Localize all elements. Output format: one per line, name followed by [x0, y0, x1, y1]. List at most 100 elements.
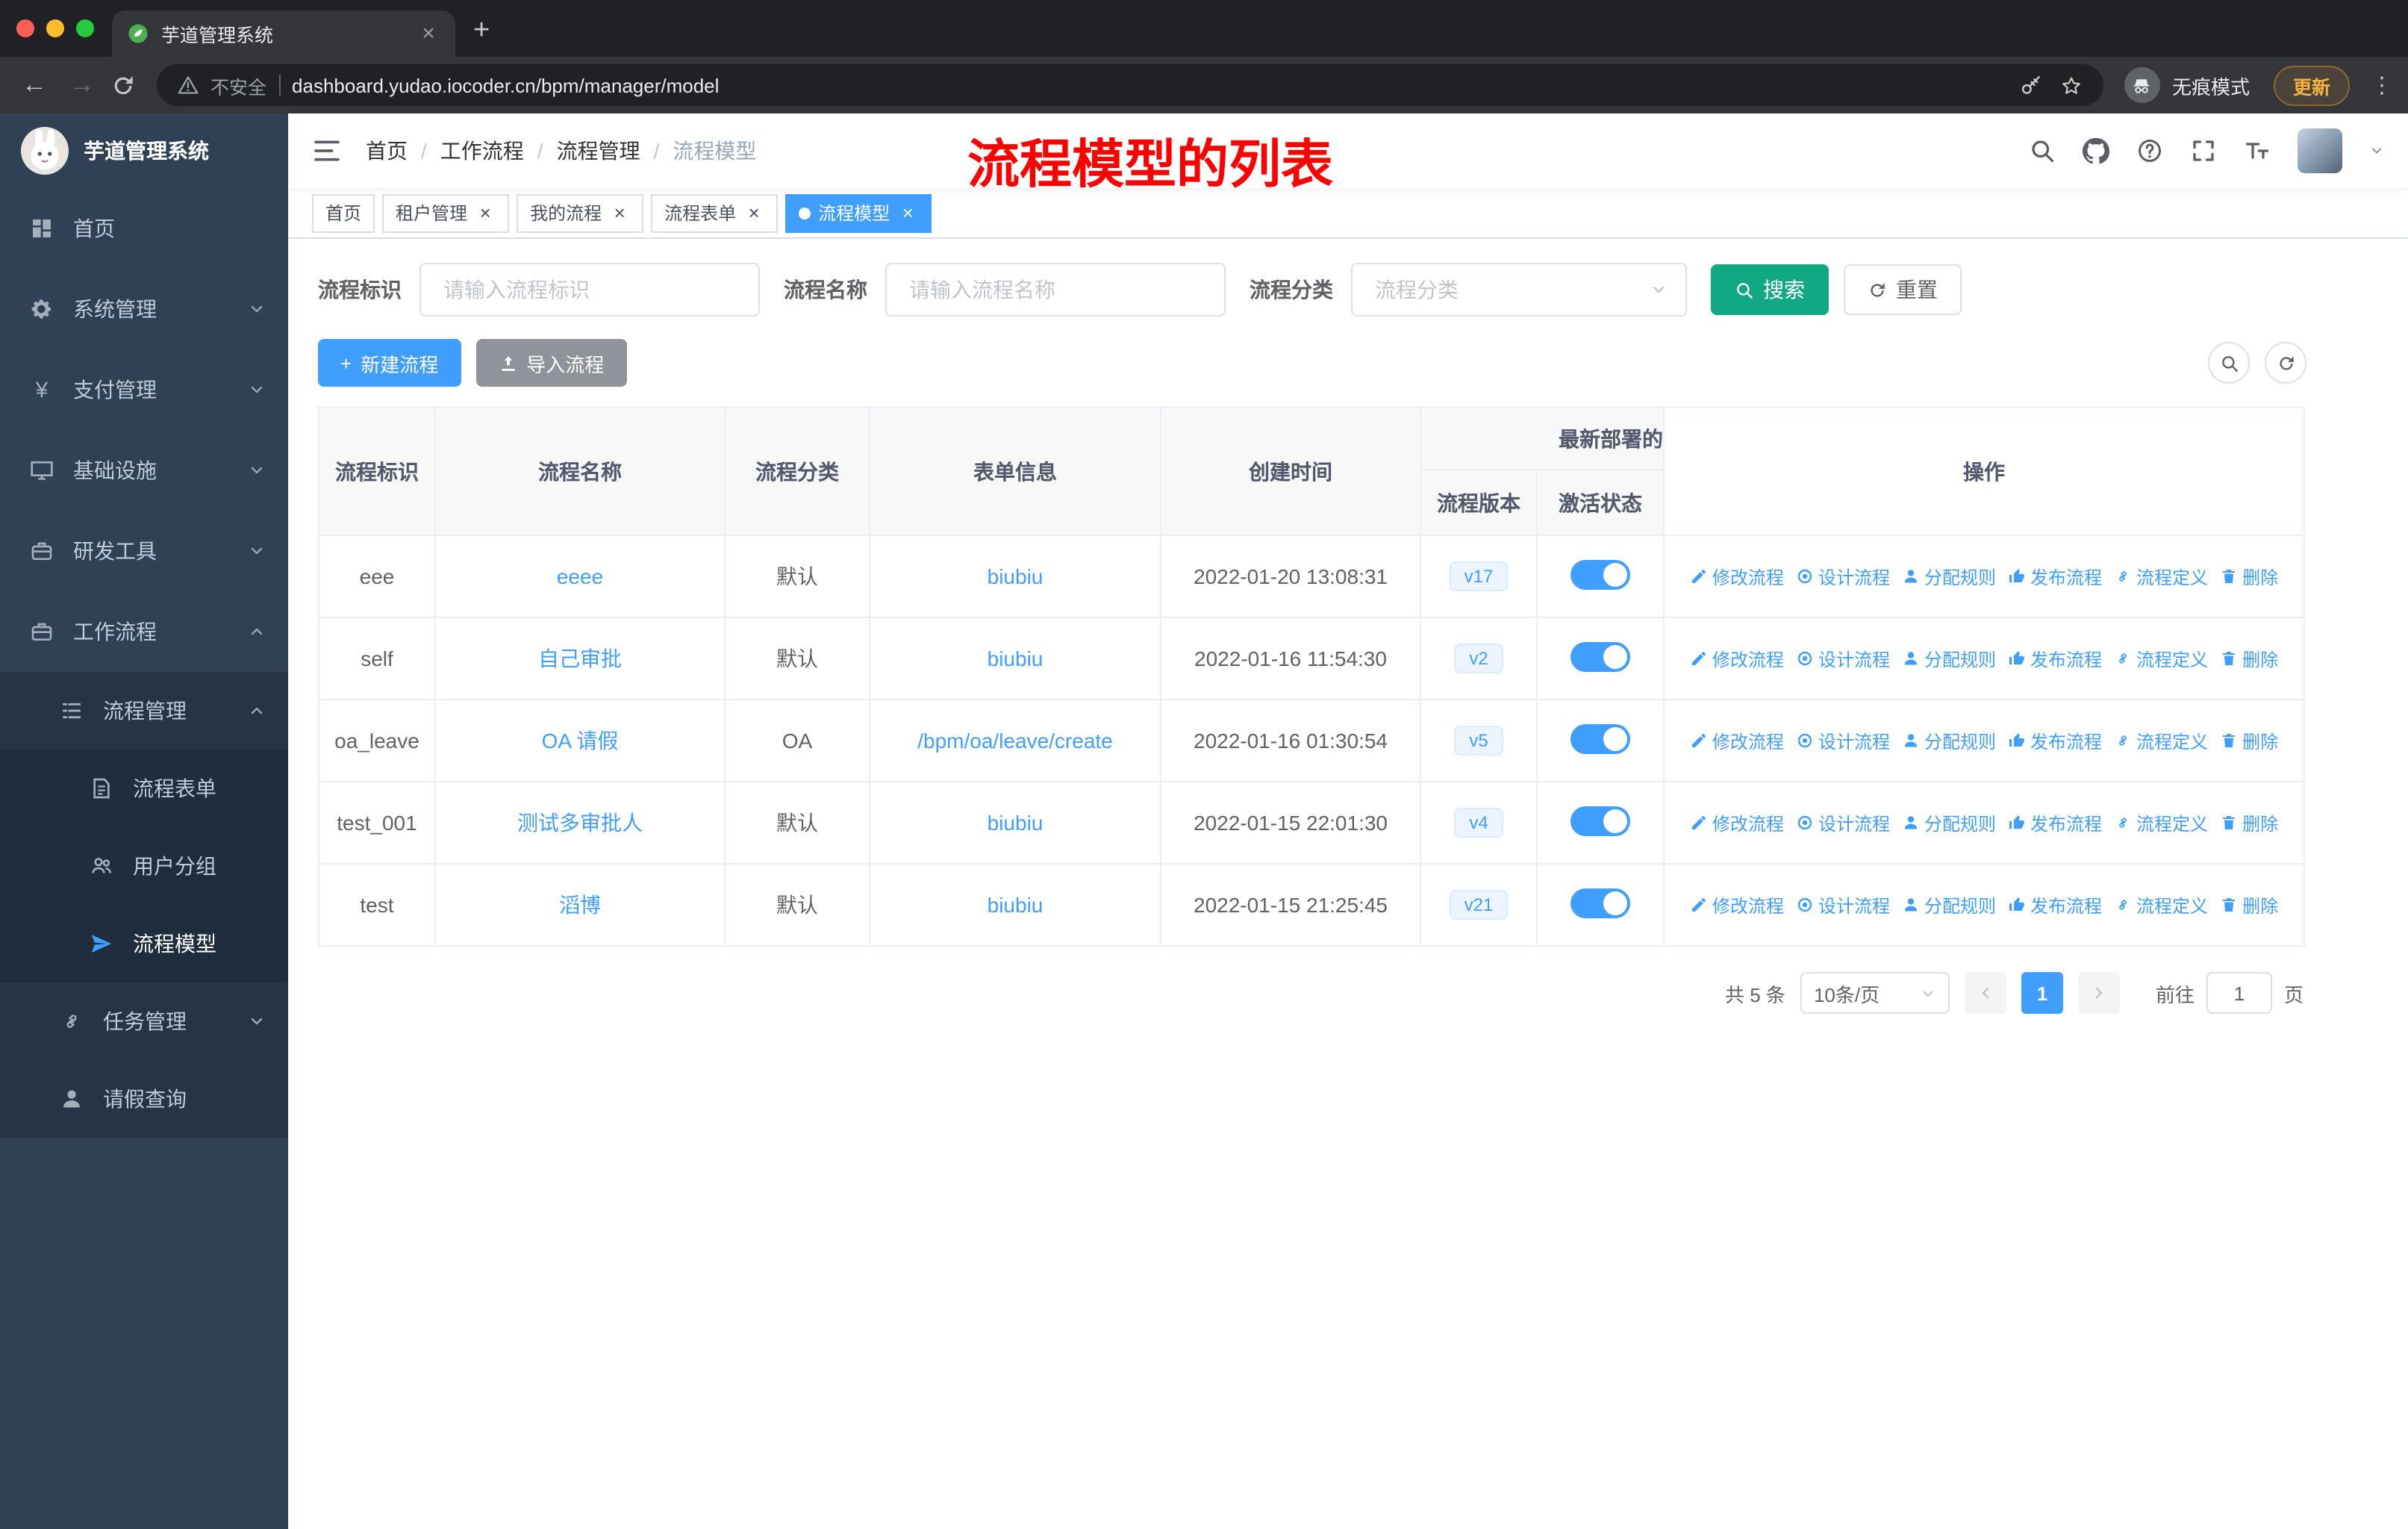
- tag-my-process[interactable]: 我的流程 ×: [517, 193, 644, 232]
- category-select[interactable]: 流程分类: [1351, 263, 1687, 317]
- op-definition-link[interactable]: 流程定义: [2114, 728, 2208, 753]
- fullscreen-icon[interactable]: [2190, 137, 2217, 164]
- op-assign-link[interactable]: 分配规则: [1902, 728, 1996, 753]
- op-publish-link[interactable]: 发布流程: [2008, 564, 2102, 589]
- hamburger-icon[interactable]: [312, 136, 342, 166]
- op-modify-link[interactable]: 修改流程: [1690, 646, 1784, 671]
- op-publish-link[interactable]: 发布流程: [2008, 646, 2102, 671]
- search-button[interactable]: 搜索: [1711, 264, 1829, 315]
- breadcrumb-workflow[interactable]: 工作流程: [440, 136, 524, 166]
- version-badge[interactable]: v2: [1454, 644, 1503, 673]
- op-definition-link[interactable]: 流程定义: [2114, 564, 2208, 589]
- op-design-link[interactable]: 设计流程: [1796, 728, 1890, 753]
- bookmark-star-icon[interactable]: [2060, 74, 2083, 96]
- op-design-link[interactable]: 设计流程: [1796, 892, 1890, 918]
- version-badge[interactable]: v4: [1454, 808, 1503, 838]
- page-number-button[interactable]: 1: [2021, 972, 2063, 1014]
- window-minimize-button[interactable]: [46, 19, 64, 37]
- refresh-table-button[interactable]: [2265, 342, 2306, 384]
- window-zoom-button[interactable]: [76, 19, 94, 37]
- sidebar-item-leave-query[interactable]: 请假查询: [0, 1060, 288, 1138]
- goto-page-input[interactable]: [2206, 972, 2272, 1014]
- op-design-link[interactable]: 设计流程: [1796, 564, 1890, 589]
- browser-update-button[interactable]: 更新: [2273, 65, 2350, 105]
- help-icon[interactable]: [2136, 137, 2163, 164]
- op-assign-link[interactable]: 分配规则: [1902, 564, 1996, 589]
- next-page-button[interactable]: [2077, 972, 2120, 1014]
- op-delete-link[interactable]: 删除: [2220, 728, 2278, 753]
- op-assign-link[interactable]: 分配规则: [1902, 646, 1996, 671]
- op-publish-link[interactable]: 发布流程: [2008, 892, 2102, 918]
- active-toggle[interactable]: [1570, 641, 1630, 671]
- active-toggle[interactable]: [1570, 723, 1630, 753]
- breadcrumb-home[interactable]: 首页: [366, 136, 408, 166]
- tag-home[interactable]: 首页: [312, 193, 375, 232]
- op-delete-link[interactable]: 删除: [2220, 810, 2278, 835]
- tag-tenant-mgmt[interactable]: 租户管理 ×: [382, 193, 510, 232]
- sidebar-item-infra[interactable]: 基础设施: [0, 430, 288, 511]
- import-process-button[interactable]: 导入流程: [475, 339, 627, 387]
- reload-button[interactable]: [110, 72, 136, 98]
- reset-button[interactable]: 重置: [1844, 264, 1962, 315]
- tag-close-icon[interactable]: ×: [609, 202, 630, 224]
- op-modify-link[interactable]: 修改流程: [1690, 564, 1784, 589]
- sidebar-item-home[interactable]: 首页: [0, 188, 288, 269]
- url-text[interactable]: dashboard.yudao.iocoder.cn/bpm/manager/m…: [292, 74, 719, 96]
- process-name-link[interactable]: 自己审批: [538, 647, 622, 670]
- process-name-link[interactable]: OA 请假: [542, 729, 619, 753]
- version-badge[interactable]: v17: [1449, 561, 1509, 591]
- browser-tab[interactable]: 芋道管理系统 ×: [112, 10, 455, 57]
- op-modify-link[interactable]: 修改流程: [1690, 810, 1784, 835]
- op-definition-link[interactable]: 流程定义: [2114, 892, 2208, 918]
- active-toggle[interactable]: [1570, 559, 1630, 589]
- forward-button[interactable]: →: [63, 70, 102, 100]
- breadcrumb-process-mgmt[interactable]: 流程管理: [557, 136, 640, 166]
- active-toggle[interactable]: [1570, 806, 1630, 835]
- op-delete-link[interactable]: 删除: [2220, 564, 2278, 589]
- page-size-select[interactable]: 10条/页: [1800, 972, 1950, 1014]
- window-close-button[interactable]: [16, 19, 34, 37]
- create-process-button[interactable]: + 新建流程: [318, 339, 461, 387]
- sidebar-item-user-group[interactable]: 用户分组: [0, 827, 288, 905]
- tab-close-icon[interactable]: ×: [417, 21, 440, 46]
- sidebar-logo[interactable]: 芋道管理系统: [0, 113, 288, 188]
- sidebar-item-process-model[interactable]: 流程模型: [0, 905, 288, 983]
- new-tab-button[interactable]: +: [473, 15, 490, 48]
- op-assign-link[interactable]: 分配规则: [1902, 810, 1996, 835]
- active-toggle[interactable]: [1570, 888, 1630, 918]
- tag-close-icon[interactable]: ×: [743, 202, 764, 224]
- op-modify-link[interactable]: 修改流程: [1690, 728, 1784, 753]
- process-name-link[interactable]: 测试多审批人: [517, 811, 643, 835]
- toggle-search-button[interactable]: [2208, 342, 2250, 384]
- version-badge[interactable]: v21: [1449, 890, 1509, 920]
- address-bar[interactable]: 不安全 dashboard.yudao.iocoder.cn/bpm/manag…: [157, 64, 2103, 106]
- process-key-input[interactable]: [419, 263, 760, 317]
- sidebar-item-system[interactable]: 系统管理: [0, 269, 288, 349]
- op-delete-link[interactable]: 删除: [2220, 892, 2278, 918]
- tag-process-form[interactable]: 流程表单 ×: [651, 193, 779, 232]
- op-publish-link[interactable]: 发布流程: [2008, 728, 2102, 753]
- sidebar-item-process-form[interactable]: 流程表单: [0, 750, 288, 827]
- search-icon[interactable]: [2029, 137, 2056, 164]
- sidebar-item-task-mgmt[interactable]: 任务管理: [0, 983, 288, 1060]
- font-size-icon[interactable]: [2244, 137, 2271, 164]
- op-design-link[interactable]: 设计流程: [1796, 810, 1890, 835]
- sidebar-item-devtools[interactable]: 研发工具: [0, 511, 288, 591]
- sidebar-item-payment[interactable]: ¥ 支付管理: [0, 349, 288, 430]
- github-icon[interactable]: [2083, 137, 2109, 164]
- op-definition-link[interactable]: 流程定义: [2114, 810, 2208, 835]
- op-assign-link[interactable]: 分配规则: [1902, 892, 1996, 918]
- browser-menu-icon[interactable]: ⋮: [2371, 72, 2393, 99]
- tag-close-icon[interactable]: ×: [475, 202, 496, 224]
- op-design-link[interactable]: 设计流程: [1796, 646, 1890, 671]
- sidebar-item-workflow[interactable]: 工作流程: [0, 591, 288, 672]
- sidebar-item-process-mgmt[interactable]: 流程管理: [0, 672, 288, 750]
- password-key-icon[interactable]: [2020, 74, 2042, 96]
- back-button[interactable]: ←: [15, 70, 54, 100]
- op-publish-link[interactable]: 发布流程: [2008, 810, 2102, 835]
- process-name-link[interactable]: eeee: [557, 564, 603, 588]
- tag-process-model[interactable]: 流程模型 ×: [785, 193, 932, 232]
- form-info-link[interactable]: biubiu: [988, 893, 1044, 917]
- version-badge[interactable]: v5: [1454, 726, 1503, 756]
- tag-close-icon[interactable]: ×: [897, 202, 918, 224]
